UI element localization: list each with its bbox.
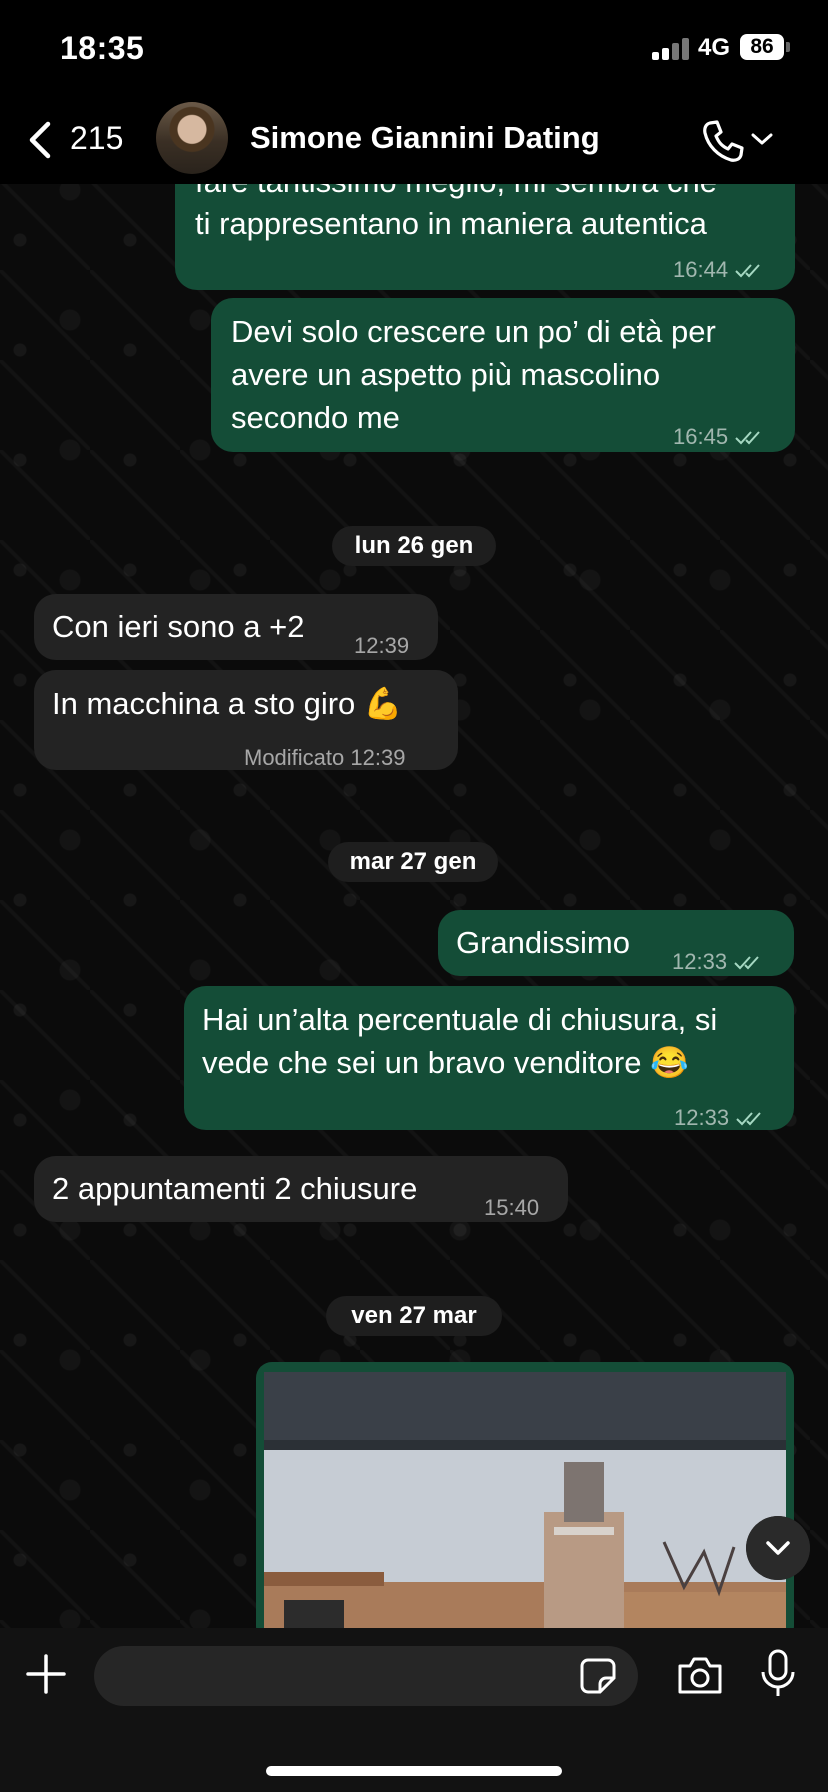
- camera-icon[interactable]: [676, 1654, 724, 1696]
- date-separator: lun 26 gen: [332, 526, 496, 566]
- message-time: 16:44: [673, 257, 729, 282]
- double-check-icon: [735, 431, 760, 445]
- sticker-icon[interactable]: [578, 1656, 618, 1696]
- phone-icon[interactable]: [700, 118, 746, 164]
- message-time: 12:33: [674, 1105, 730, 1130]
- battery-level: 86: [740, 34, 784, 60]
- message-text: In macchina a sto giro 💪: [52, 686, 403, 721]
- message-time: 12:39: [350, 745, 406, 770]
- message-meta: 16:44: [673, 248, 766, 291]
- signal-icon: [652, 38, 692, 60]
- plus-icon[interactable]: [24, 1652, 68, 1696]
- message-time: 15:40: [484, 1195, 540, 1220]
- photo-thumbnail[interactable]: [264, 1372, 786, 1628]
- message-list[interactable]: fare tantissimo meglio, mi sembra che ti…: [0, 184, 828, 1628]
- double-check-icon: [734, 956, 759, 970]
- message-time: 12:39: [354, 633, 410, 658]
- message-meta: 12:33: [672, 940, 765, 983]
- message-text-partial: fare tantissimo meglio, mi sembra che: [195, 184, 785, 203]
- home-indicator[interactable]: [266, 1766, 562, 1776]
- message-text: 2 appuntamenti 2 chiusure: [52, 1171, 418, 1206]
- date-separator: mar 27 gen: [328, 842, 498, 882]
- message-meta: 16:45: [673, 415, 766, 458]
- message-text: Hai un’alta percentuale di chiusura, si …: [202, 1002, 718, 1080]
- message-bubble-incoming[interactable]: 2 appuntamenti 2 chiusure 15:40: [34, 1156, 568, 1222]
- double-check-icon: [736, 1112, 761, 1126]
- battery-tip: [786, 42, 790, 52]
- date-separator: ven 27 mar: [326, 1296, 502, 1336]
- message-text: Grandissimo: [456, 925, 630, 960]
- message-bubble-outgoing[interactable]: Devi solo crescere un po’ di età per ave…: [211, 298, 795, 452]
- photo-scene: [264, 1372, 786, 1628]
- message-bubble-outgoing[interactable]: Grandissimo 12:33: [438, 910, 794, 976]
- chat-header: 215 Simone Giannini Dating: [0, 92, 828, 184]
- message-text: Con ieri sono a +2: [52, 609, 305, 644]
- message-meta: Modificato 12:39: [244, 736, 405, 779]
- message-time: 12:33: [672, 949, 728, 974]
- message-bubble-outgoing[interactable]: Hai un’alta percentuale di chiusura, si …: [184, 986, 794, 1130]
- message-composer: [0, 1628, 828, 1792]
- status-time: 18:35: [60, 30, 145, 66]
- back-unread-count[interactable]: 215: [70, 120, 123, 157]
- message-bubble-outgoing[interactable]: fare tantissimo meglio, mi sembra che ti…: [175, 184, 795, 290]
- message-meta: 12:33: [674, 1096, 767, 1139]
- chevron-down-icon[interactable]: [750, 130, 774, 148]
- chevron-left-icon[interactable]: [24, 120, 54, 160]
- scroll-down-icon[interactable]: [746, 1516, 810, 1580]
- message-input[interactable]: [94, 1646, 638, 1706]
- microphone-icon[interactable]: [758, 1648, 798, 1700]
- double-check-icon: [735, 264, 760, 278]
- message-time: 16:45: [673, 424, 729, 449]
- status-bar: 18:35 4G 86: [0, 0, 828, 92]
- message-bubble-incoming[interactable]: Con ieri sono a +2 12:39: [34, 594, 438, 660]
- message-text: ti rappresentano in maniera autentica: [195, 206, 707, 241]
- contact-avatar[interactable]: [156, 102, 228, 174]
- contact-name[interactable]: Simone Giannini Dating: [250, 120, 600, 156]
- photo-message[interactable]: [256, 1362, 794, 1628]
- message-bubble-incoming[interactable]: In macchina a sto giro 💪 Modificato 12:3…: [34, 670, 458, 770]
- edited-label: Modificato: [244, 745, 345, 770]
- network-type: 4G: [698, 34, 731, 61]
